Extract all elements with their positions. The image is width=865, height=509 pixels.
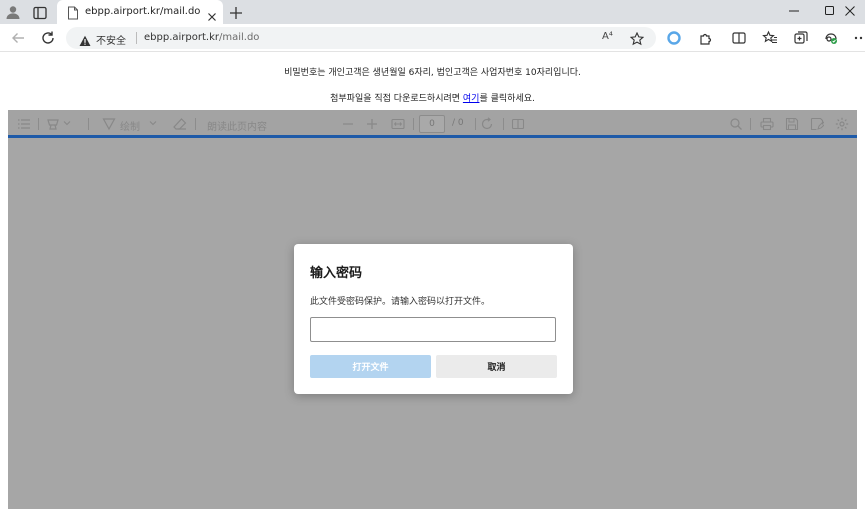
page-total: / 0 (452, 118, 464, 128)
browser-toolbar: 不安全 ebpp.airport.kr/mail.do A⁴ (0, 24, 865, 52)
extensions-icon[interactable] (698, 30, 714, 46)
read-aloud-button[interactable]: 朗读此页内容 (207, 118, 267, 133)
password-input[interactable] (310, 317, 556, 342)
tab-active[interactable]: ebpp.airport.kr/mail.do (57, 0, 223, 24)
page-number-input[interactable]: 0 (419, 115, 445, 133)
contents-icon[interactable] (17, 117, 31, 131)
draw-label[interactable]: 绘制 (120, 118, 140, 133)
open-file-button[interactable]: 打开文件 (310, 355, 431, 378)
url-text[interactable]: ebpp.airport.kr/mail.do (144, 32, 259, 43)
browser-essentials-icon[interactable] (824, 30, 840, 46)
read-aloud-icon[interactable]: A⁴ (602, 31, 616, 45)
profile-icon[interactable] (5, 4, 21, 20)
search-icon[interactable] (729, 117, 743, 131)
divider (38, 118, 39, 130)
favorites-icon[interactable] (762, 30, 778, 46)
highlight-dropdown-icon[interactable] (63, 119, 71, 133)
download-link[interactable]: 여기 (463, 94, 480, 104)
pdf-toolbar: 绘制 朗读此页内容 0 / 0 (8, 110, 857, 138)
tab-strip: ebpp.airport.kr/mail.do (0, 0, 865, 24)
new-tab-icon[interactable] (229, 5, 243, 19)
highlight-icon[interactable] (46, 117, 60, 131)
refresh-icon[interactable] (40, 30, 56, 46)
password-dialog: 输入密码 此文件受密码保护。请输入密码以打开文件。 打开文件 取消 (294, 244, 573, 394)
back-icon[interactable] (10, 30, 26, 46)
zoom-in-icon[interactable] (365, 117, 379, 131)
page-view-icon[interactable] (511, 117, 525, 131)
divider (195, 118, 196, 130)
minimize-icon[interactable] (779, 0, 809, 24)
download-notice: 첨부파일을 직접 다운로드하시려면 여기를 클릭하세요. (0, 91, 865, 104)
close-window-icon[interactable] (835, 0, 865, 24)
address-bar[interactable]: 不安全 ebpp.airport.kr/mail.do A⁴ (66, 27, 656, 49)
url-path: /mail.do (218, 32, 260, 43)
divider (88, 118, 89, 130)
close-tab-icon[interactable] (207, 7, 217, 21)
print-icon[interactable] (760, 117, 774, 131)
download-notice-prefix: 첨부파일을 직접 다운로드하시려면 (330, 94, 463, 104)
cancel-button[interactable]: 取消 (436, 355, 557, 378)
divider (750, 118, 751, 130)
star-icon[interactable] (629, 31, 645, 46)
tab-actions-icon[interactable] (33, 5, 47, 20)
save-icon[interactable] (785, 117, 799, 131)
rotate-icon[interactable] (480, 117, 494, 131)
dialog-message: 此文件受密码保护。请输入密码以打开文件。 (310, 297, 491, 307)
warning-icon[interactable] (79, 32, 91, 46)
draw-dropdown-icon[interactable] (149, 119, 157, 133)
split-screen-icon[interactable] (731, 30, 747, 46)
page-icon (67, 5, 79, 20)
collections-icon[interactable] (793, 30, 809, 46)
password-notice: 비밀번호는 개인고객은 생년월일 6자리, 법인고객은 사업자번호 10자리입니… (284, 68, 581, 78)
fit-page-icon[interactable] (391, 117, 405, 131)
divider (413, 118, 414, 130)
divider (475, 118, 476, 130)
download-notice-suffix: 를 클릭하세요. (479, 94, 535, 104)
copilot-icon[interactable] (666, 30, 682, 46)
eraser-icon[interactable] (173, 117, 187, 131)
divider (503, 118, 504, 130)
save-as-icon[interactable] (810, 117, 824, 131)
zoom-out-icon[interactable] (341, 117, 355, 131)
url-host: ebpp.airport.kr (144, 32, 219, 43)
settings-icon[interactable] (835, 117, 849, 131)
more-icon[interactable] (853, 30, 865, 46)
divider (136, 32, 137, 44)
tab-title: ebpp.airport.kr/mail.do (85, 6, 201, 17)
security-label[interactable]: 不安全 (96, 32, 126, 47)
draw-icon[interactable] (102, 117, 116, 131)
dialog-title: 输入密码 (310, 266, 363, 281)
